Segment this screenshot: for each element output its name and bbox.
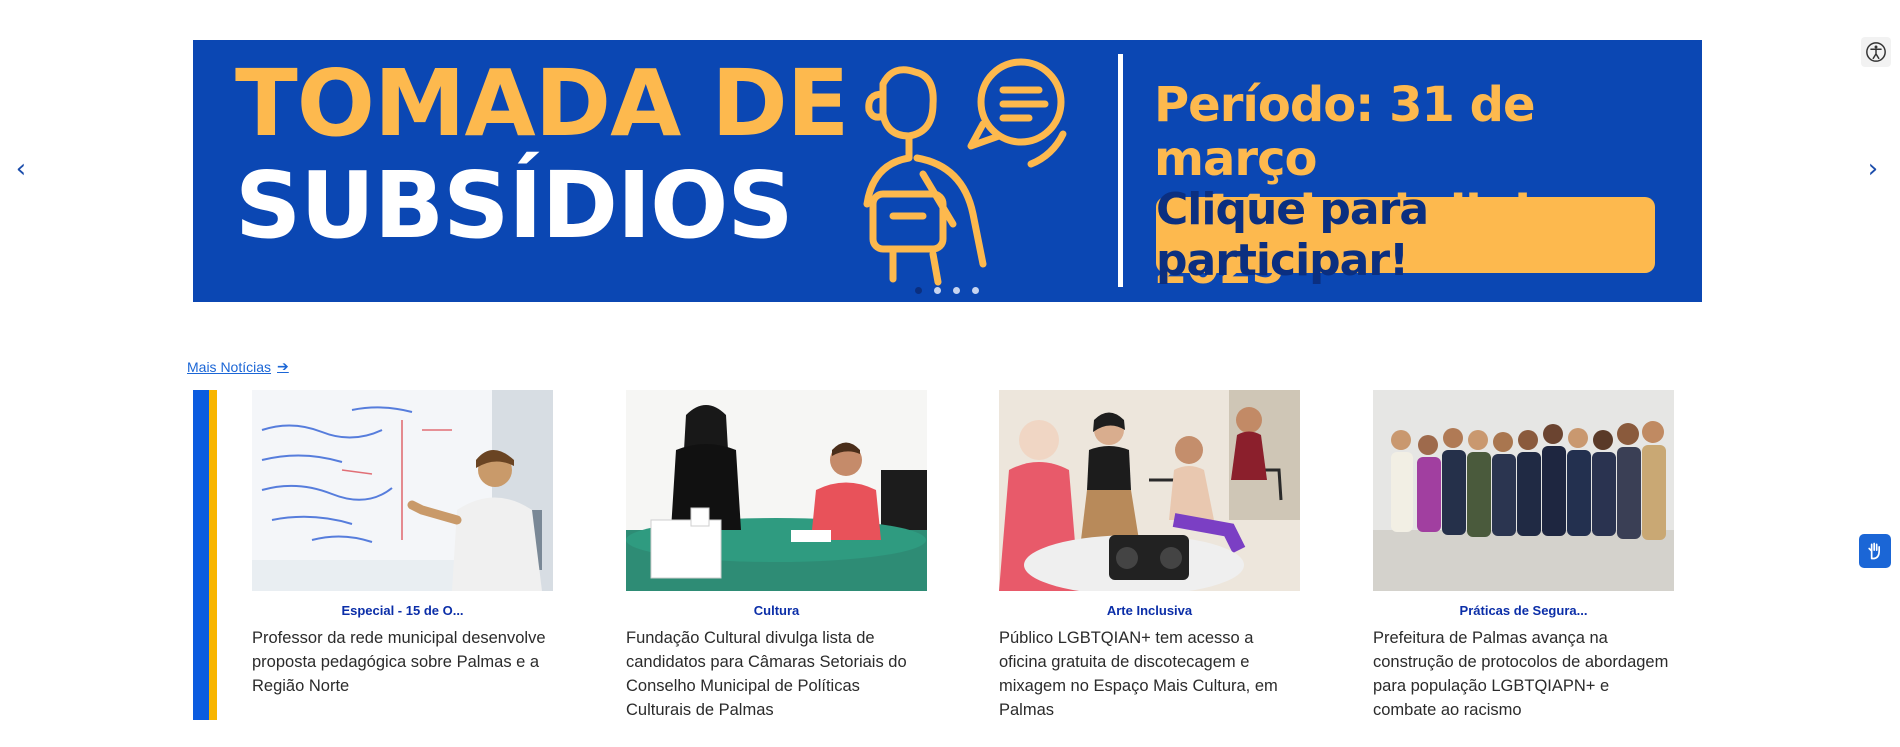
accessibility-icon xyxy=(1866,42,1886,62)
news-headline[interactable]: Prefeitura de Palmas avança na construçã… xyxy=(1373,626,1674,722)
speech-bubble-person-illustration xyxy=(863,58,1067,286)
banner-period-line1: Período: 31 de março xyxy=(1154,77,1536,187)
carousel-dot[interactable] xyxy=(972,287,979,294)
news-card[interactable]: Práticas de Segura... Prefeitura de Palm… xyxy=(1373,390,1674,722)
news-headline[interactable]: Fundação Cultural divulga lista de candi… xyxy=(626,626,927,722)
news-card[interactable]: Especial - 15 de O... Professor da rede … xyxy=(252,390,553,698)
carousel-dot[interactable] xyxy=(915,287,922,294)
carousel-indicators xyxy=(915,287,979,294)
news-image-dj-workshop[interactable] xyxy=(999,390,1300,591)
arrow-right-icon: ➔ xyxy=(277,359,289,375)
news-image-teacher-whiteboard[interactable] xyxy=(252,390,553,591)
carousel-next-button[interactable]: › xyxy=(1858,154,1888,184)
decorative-stripe-yellow xyxy=(209,390,217,720)
news-category[interactable]: Práticas de Segura... xyxy=(1373,603,1674,618)
sign-language-hand-icon xyxy=(1868,542,1880,560)
carousel-dot[interactable] xyxy=(953,287,960,294)
banner-slide[interactable]: TOMADA DE SUBSÍDIOS Período: 31 de março… xyxy=(193,40,1702,302)
news-headline[interactable]: Público LGBTQIAN+ tem acesso a oficina g… xyxy=(999,626,1300,722)
libras-button[interactable] xyxy=(1859,534,1891,568)
chevron-right-icon: › xyxy=(1867,154,1879,184)
decorative-stripe-blue xyxy=(193,390,209,720)
news-headline[interactable]: Professor da rede municipal desenvolve p… xyxy=(252,626,553,698)
news-image-ballot-box[interactable] xyxy=(626,390,927,591)
accessibility-button[interactable] xyxy=(1861,37,1891,67)
news-category[interactable]: Arte Inclusiva xyxy=(999,603,1300,618)
carousel-dot[interactable] xyxy=(934,287,941,294)
more-news-label: Mais Notícias xyxy=(187,359,272,375)
news-image-group-photo[interactable] xyxy=(1373,390,1674,591)
news-card[interactable]: Arte Inclusiva Público LGBTQIAN+ tem ace… xyxy=(999,390,1300,722)
news-category[interactable]: Especial - 15 de O... xyxy=(252,603,553,618)
banner-title-line2: SUBSÍDIOS xyxy=(235,152,794,259)
carousel-prev-button[interactable]: ‹ xyxy=(6,154,36,184)
banner-title-line1: TOMADA DE xyxy=(235,50,850,157)
news-card[interactable]: Cultura Fundação Cultural divulga lista … xyxy=(626,390,927,722)
more-news-link[interactable]: Mais Notícias ➔ xyxy=(187,359,289,375)
banner-divider xyxy=(1118,54,1123,287)
news-category[interactable]: Cultura xyxy=(626,603,927,618)
banner-title: TOMADA DE SUBSÍDIOS xyxy=(235,50,850,259)
participate-button[interactable]: Clique para participar! xyxy=(1156,184,1655,286)
chevron-left-icon: ‹ xyxy=(15,154,27,184)
